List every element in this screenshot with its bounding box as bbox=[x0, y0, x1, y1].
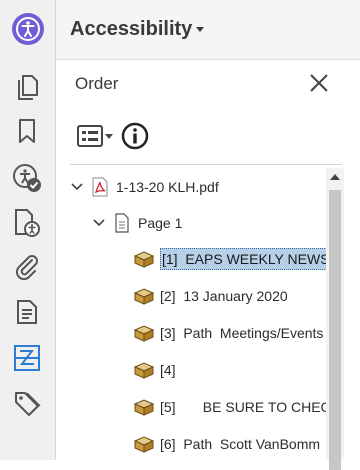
tree-row-file[interactable]: 1-13-20 KLH.pdf bbox=[70, 172, 219, 202]
sidebar-item-tags[interactable] bbox=[6, 386, 48, 422]
tree-item[interactable]: [4] bbox=[134, 355, 176, 385]
tree-item[interactable]: [5] BE SURE TO CHECK bbox=[134, 392, 326, 422]
content-container-icon bbox=[134, 249, 154, 269]
sidebar-item-content[interactable] bbox=[6, 294, 48, 330]
tree-item[interactable]: [1] EAPS WEEKLY NEWSL bbox=[134, 244, 329, 274]
content-container-icon bbox=[134, 360, 154, 380]
page-label: Page 1 bbox=[138, 215, 183, 231]
sidebar-item-accessibility-report[interactable] bbox=[6, 205, 48, 241]
scroll-up-arrow-icon[interactable] bbox=[326, 168, 344, 186]
order-tree: 1-13-20 KLH.pdf Page 1 [1] EAPS WEEKLY N… bbox=[56, 168, 329, 460]
accessibility-icon bbox=[12, 13, 44, 45]
tree-item-label: [5] BE SURE TO CHECK bbox=[160, 399, 326, 415]
accessibility-checker-icon bbox=[13, 164, 41, 192]
tool-header: Accessibility bbox=[56, 0, 360, 60]
pages-icon bbox=[18, 75, 38, 100]
pdf-file-icon bbox=[90, 177, 110, 197]
content-container-icon bbox=[134, 323, 154, 343]
tree-item[interactable]: [6] Path Scott VanBomm bbox=[134, 429, 320, 459]
info-icon bbox=[121, 122, 149, 150]
close-panel-button[interactable] bbox=[306, 70, 332, 96]
tree-item-label: [4] bbox=[160, 362, 176, 378]
divider bbox=[70, 164, 342, 165]
accessibility-document-icon bbox=[15, 209, 40, 237]
sidebar-item-attachments[interactable] bbox=[6, 248, 48, 284]
sidebar-item-pages[interactable] bbox=[6, 70, 48, 106]
sidebar-item-bookmarks[interactable] bbox=[6, 113, 48, 149]
content-container-icon bbox=[134, 397, 154, 417]
bookmark-icon bbox=[19, 119, 35, 143]
content-container-icon bbox=[134, 286, 154, 306]
tree-item-label: [3] Path Meetings/Events bbox=[160, 325, 324, 341]
panel-title: Order bbox=[75, 74, 119, 93]
tree-row-page[interactable]: Page 1 bbox=[92, 208, 182, 238]
order-icon bbox=[14, 345, 40, 371]
list-options-icon bbox=[77, 125, 113, 147]
chevron-down-icon[interactable] bbox=[92, 216, 106, 230]
scroll-thumb[interactable] bbox=[329, 190, 341, 470]
tree-item-label: [6] Path Scott VanBomm bbox=[160, 436, 321, 452]
info-button[interactable] bbox=[120, 121, 150, 151]
page-icon bbox=[112, 213, 132, 233]
accessibility-tool-button[interactable] bbox=[0, 0, 56, 58]
chevron-down-icon[interactable] bbox=[196, 27, 204, 32]
left-tool-sidebar bbox=[0, 0, 56, 460]
tool-title[interactable]: Accessibility bbox=[70, 18, 192, 41]
tree-item-label: [1] EAPS WEEKLY NEWSL bbox=[160, 248, 329, 270]
tree-item[interactable]: [2] 13 January 2020 bbox=[134, 281, 288, 311]
sidebar-item-order[interactable] bbox=[6, 340, 48, 376]
chevron-down-icon[interactable] bbox=[70, 180, 84, 194]
sidebar-item-accessibility-checker[interactable] bbox=[6, 160, 48, 196]
close-icon bbox=[310, 74, 328, 92]
vertical-scrollbar[interactable] bbox=[326, 168, 344, 470]
options-menu-button[interactable] bbox=[76, 122, 116, 150]
content-container-icon bbox=[134, 434, 154, 454]
file-name: 1-13-20 KLH.pdf bbox=[116, 179, 219, 195]
tags-icon bbox=[15, 392, 41, 416]
order-panel: Order 1-13-20 KLH.pdf Page 1 [1] EAPS WE… bbox=[56, 60, 360, 470]
tree-item-label: [2] 13 January 2020 bbox=[160, 288, 288, 304]
paperclip-icon bbox=[15, 255, 38, 280]
tree-item[interactable]: [3] Path Meetings/Events bbox=[134, 318, 323, 348]
content-icon bbox=[17, 300, 37, 324]
